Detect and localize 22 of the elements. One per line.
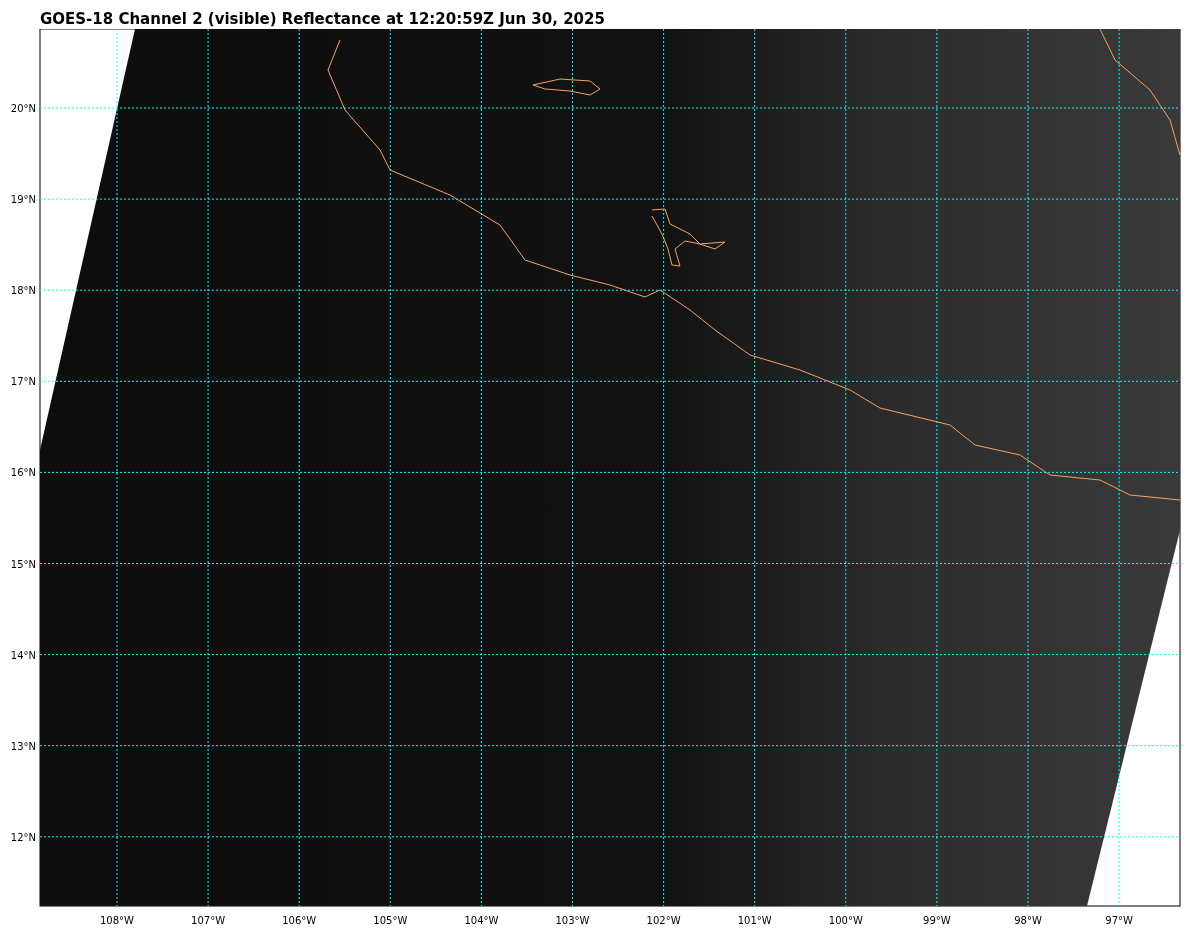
latitude-label: 13°N — [10, 740, 36, 752]
latitude-label: 12°N — [10, 831, 36, 843]
longitude-label: 101°W — [737, 915, 772, 926]
longitude-label: 102°W — [646, 915, 681, 926]
map-title: GOES-18 Channel 2 (visible) Reflectance at 12:20:59Z Jun 30, 2025 — [39, 9, 606, 29]
latitude-label: 16°N — [10, 467, 36, 479]
latitude-label: 14°N — [10, 649, 36, 661]
longitude-label: 103°W — [555, 915, 590, 926]
latitude-label: 17°N — [10, 376, 36, 388]
longitude-label: 99°W — [923, 915, 951, 926]
longitude-label: 98°W — [1014, 915, 1042, 926]
longitude-label: 106°W — [282, 915, 317, 926]
longitude-label: 104°W — [464, 915, 499, 926]
latitude-label: 15°N — [10, 558, 36, 570]
longitude-label: 107°W — [191, 915, 226, 926]
longitude-label: 105°W — [373, 915, 408, 926]
longitude-label: 100°W — [828, 915, 863, 926]
latitude-label: 18°N — [10, 285, 36, 297]
longitude-label: 108°W — [100, 915, 134, 926]
longitude-label: 97°W — [1105, 915, 1133, 926]
latitude-label: 19°N — [10, 194, 36, 206]
latitude-label: 20°N — [10, 103, 36, 114]
